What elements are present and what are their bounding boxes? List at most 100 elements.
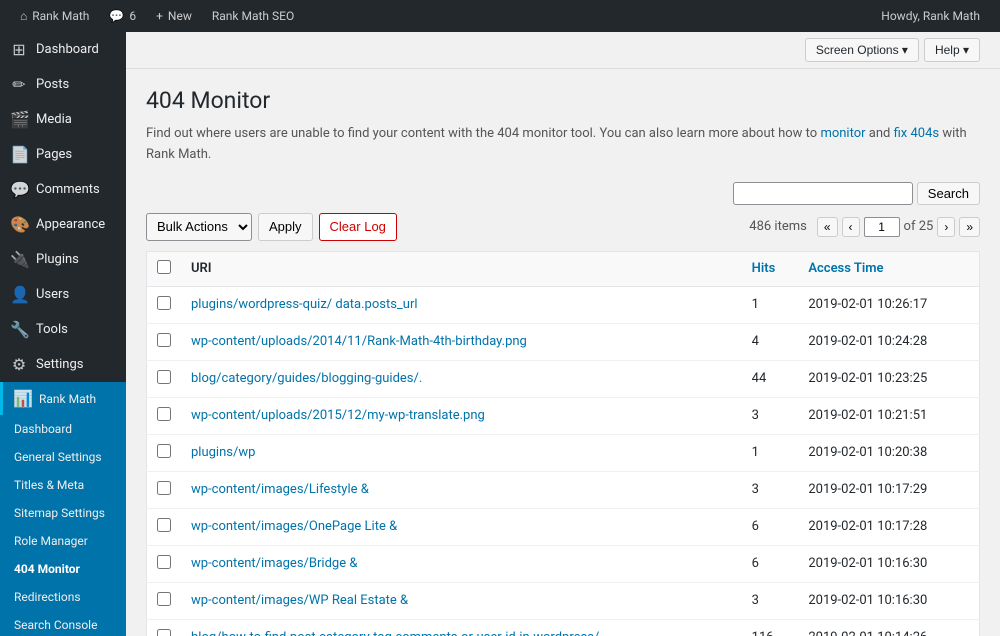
table-row: blog/how-to-find-post-category-tag-comme… xyxy=(147,619,980,636)
sidebar-item-label: Dashboard xyxy=(36,42,99,57)
row-checkbox-8[interactable] xyxy=(157,592,171,606)
admin-bar-comments[interactable]: 💬 6 xyxy=(99,0,146,32)
sidebar-item-rm-sitemap-settings[interactable]: Sitemap Settings xyxy=(0,499,126,527)
help-button[interactable]: Help ▾ xyxy=(924,38,980,62)
sidebar-item-posts[interactable]: ✏ Posts xyxy=(0,67,126,102)
row-checkbox-cell xyxy=(147,397,182,434)
row-time-8: 2019-02-01 10:16:30 xyxy=(798,582,979,619)
row-hits-6: 6 xyxy=(742,508,799,545)
row-hits-1: 4 xyxy=(742,323,799,360)
row-hits-3: 3 xyxy=(742,397,799,434)
sidebar-item-rm-titles-meta[interactable]: Titles & Meta xyxy=(0,471,126,499)
sidebar-item-label: Settings xyxy=(36,357,83,372)
row-checkbox-cell xyxy=(147,360,182,397)
sidebar-item-label: Media xyxy=(36,112,72,127)
table-row: wp-content/images/WP Real Estate & 3 201… xyxy=(147,582,980,619)
table-row: wp-content/images/OnePage Lite & 6 2019-… xyxy=(147,508,980,545)
sidebar-item-rm-redirections[interactable]: Redirections xyxy=(0,583,126,611)
sidebar-item-plugins[interactable]: 🔌 Plugins xyxy=(0,242,126,277)
comments-icon: 💬 xyxy=(10,180,28,199)
row-checkbox-9[interactable] xyxy=(157,629,171,636)
row-checkbox-1[interactable] xyxy=(157,333,171,347)
sidebar-item-rank-math-parent[interactable]: 📊 Rank Math xyxy=(0,382,126,415)
screen-options-button[interactable]: Screen Options ▾ xyxy=(805,38,919,62)
row-checkbox-2[interactable] xyxy=(157,370,171,384)
fix404s-link[interactable]: fix 404s xyxy=(894,126,940,141)
tools-icon: 🔧 xyxy=(10,320,28,339)
clear-log-button[interactable]: Clear Log xyxy=(319,213,397,241)
row-checkbox-3[interactable] xyxy=(157,407,171,421)
monitor-link[interactable]: monitor xyxy=(820,126,865,141)
bulk-actions-select[interactable]: Bulk Actions xyxy=(146,213,252,241)
row-checkbox-0[interactable] xyxy=(157,296,171,310)
page-total: of 25 xyxy=(904,219,934,234)
table-row: wp-content/uploads/2014/11/Rank-Math-4th… xyxy=(147,323,980,360)
table-body: plugins/wordpress-quiz/ data.posts_url 1… xyxy=(147,286,980,636)
wp-logo-icon: ⌂ xyxy=(20,9,27,23)
row-checkbox-cell xyxy=(147,582,182,619)
404-monitor-table: URI Hits Access Time plugins/wordpress-q… xyxy=(146,251,980,636)
sidebar-item-users[interactable]: 👤 Users xyxy=(0,277,126,312)
select-all-checkbox[interactable] xyxy=(157,260,171,274)
row-time-7: 2019-02-01 10:16:30 xyxy=(798,545,979,582)
sidebar-item-appearance[interactable]: 🎨 Appearance xyxy=(0,207,126,242)
admin-bar-howdy[interactable]: Howdy, Rank Math xyxy=(871,0,990,32)
apply-button[interactable]: Apply xyxy=(258,213,313,241)
sidebar-item-rm-dashboard[interactable]: Dashboard xyxy=(0,415,126,443)
row-time-9: 2019-02-01 10:14:26 xyxy=(798,619,979,636)
plugins-icon: 🔌 xyxy=(10,250,28,269)
row-checkbox-cell xyxy=(147,323,182,360)
sidebar-item-rm-role-manager[interactable]: Role Manager xyxy=(0,527,126,555)
sidebar-item-comments[interactable]: 💬 Comments xyxy=(0,172,126,207)
row-hits-5: 3 xyxy=(742,471,799,508)
howdy-text: Howdy, Rank Math xyxy=(881,9,980,23)
search-input[interactable] xyxy=(733,182,913,205)
appearance-icon: 🎨 xyxy=(10,215,28,234)
sidebar-item-pages[interactable]: 📄 Pages xyxy=(0,137,126,172)
row-time-6: 2019-02-01 10:17:28 xyxy=(798,508,979,545)
users-icon: 👤 xyxy=(10,285,28,304)
row-time-5: 2019-02-01 10:17:29 xyxy=(798,471,979,508)
header-access-time[interactable]: Access Time xyxy=(798,251,979,286)
page-number-input[interactable] xyxy=(864,217,900,237)
next-page-button[interactable]: › xyxy=(937,217,955,237)
action-row: Bulk Actions Apply Clear Log 486 items «… xyxy=(146,213,980,241)
admin-bar-wp-home[interactable]: ⌂ Rank Math xyxy=(10,0,99,32)
row-hits-2: 44 xyxy=(742,360,799,397)
row-uri-9: blog/how-to-find-post-category-tag-comme… xyxy=(181,619,742,636)
row-hits-0: 1 xyxy=(742,286,799,323)
row-checkbox-6[interactable] xyxy=(157,518,171,532)
sidebar-item-label: Posts xyxy=(36,77,69,92)
table-row: wp-content/images/Lifestyle & 3 2019-02-… xyxy=(147,471,980,508)
rank-math-icon: 📊 xyxy=(13,389,31,408)
first-page-button[interactable]: « xyxy=(817,217,838,237)
sidebar-item-tools[interactable]: 🔧 Tools xyxy=(0,312,126,347)
page-description: Find out where users are unable to find … xyxy=(146,124,980,166)
sidebar-item-rm-general-settings[interactable]: General Settings xyxy=(0,443,126,471)
sidebar-item-rm-search-console[interactable]: Search Console xyxy=(0,611,126,636)
prev-page-button[interactable]: ‹ xyxy=(842,217,860,237)
sidebar-item-settings[interactable]: ⚙ Settings xyxy=(0,347,126,382)
row-checkbox-7[interactable] xyxy=(157,555,171,569)
top-options-bar: Screen Options ▾ Help ▾ xyxy=(126,32,1000,69)
search-wrap: Search xyxy=(733,182,980,205)
admin-bar-new[interactable]: + New xyxy=(146,0,202,32)
table-row: wp-content/images/Bridge & 6 2019-02-01 … xyxy=(147,545,980,582)
sidebar-item-rm-404-monitor[interactable]: 404 Monitor xyxy=(0,555,126,583)
sidebar-item-media[interactable]: 🎬 Media xyxy=(0,102,126,137)
admin-bar-rank-math-seo[interactable]: Rank Math SEO xyxy=(202,0,304,32)
header-hits[interactable]: Hits xyxy=(742,251,799,286)
admin-bar-new-label: New xyxy=(168,9,192,23)
row-uri-1: wp-content/uploads/2014/11/Rank-Math-4th… xyxy=(181,323,742,360)
row-uri-2: blog/category/guides/blogging-guides/. xyxy=(181,360,742,397)
row-checkbox-5[interactable] xyxy=(157,481,171,495)
row-time-2: 2019-02-01 10:23:25 xyxy=(798,360,979,397)
pages-icon: 📄 xyxy=(10,145,28,164)
rank-math-section: 📊 Rank Math Dashboard General Settings T… xyxy=(0,382,126,636)
sidebar-item-dashboard[interactable]: ⊞ Dashboard xyxy=(0,32,126,67)
row-uri-7: wp-content/images/Bridge & xyxy=(181,545,742,582)
search-button[interactable]: Search xyxy=(917,182,980,205)
row-checkbox-4[interactable] xyxy=(157,444,171,458)
last-page-button[interactable]: » xyxy=(959,217,980,237)
row-checkbox-cell xyxy=(147,471,182,508)
